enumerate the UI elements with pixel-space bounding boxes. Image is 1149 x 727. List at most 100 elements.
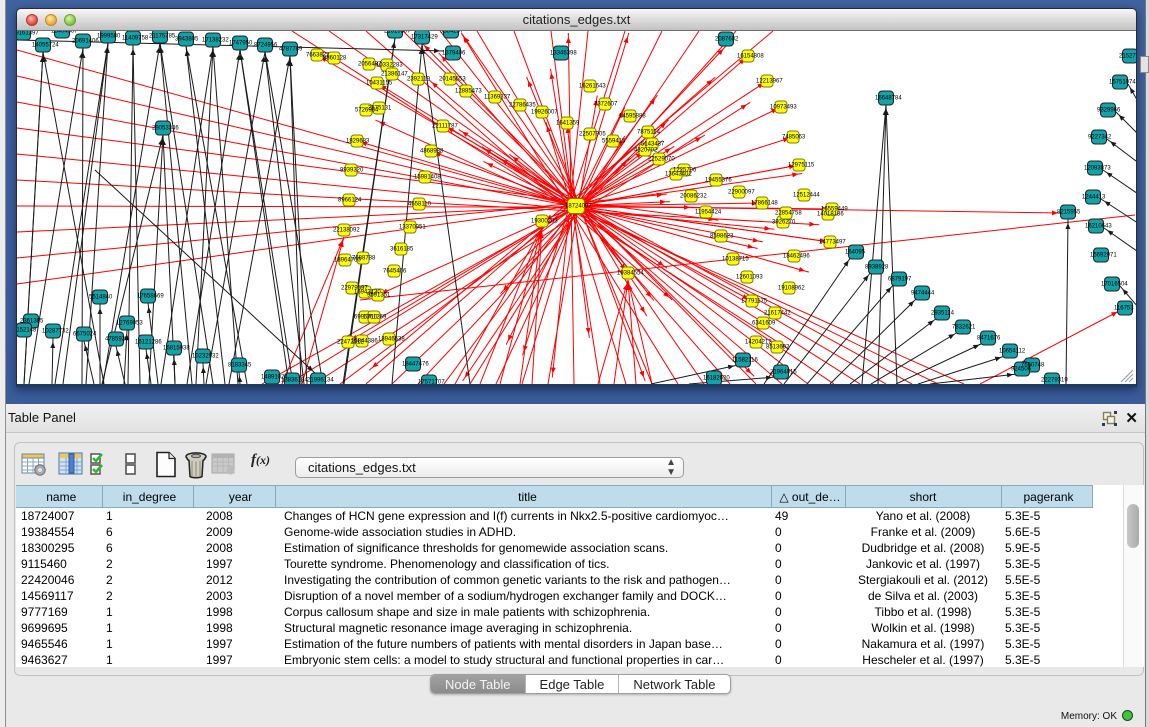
svg-text:8215955: 8215955 bbox=[1057, 210, 1081, 216]
svg-text:16154808: 16154808 bbox=[737, 54, 764, 60]
svg-text:164095: 164095 bbox=[845, 250, 866, 256]
svg-text:9329966: 9329966 bbox=[1097, 108, 1121, 114]
svg-text:10332283: 10332283 bbox=[376, 63, 403, 69]
svg-text:1747950: 1747950 bbox=[229, 41, 253, 47]
svg-text:19161397: 19161397 bbox=[17, 31, 39, 37]
svg-text:22138092: 22138092 bbox=[333, 228, 360, 234]
svg-text:924506: 924506 bbox=[1011, 367, 1032, 373]
svg-text:4320702: 4320702 bbox=[634, 148, 658, 154]
svg-text:22507905: 22507905 bbox=[579, 132, 606, 138]
svg-text:22854758: 22854758 bbox=[775, 211, 802, 217]
svg-text:21619307: 21619307 bbox=[384, 31, 411, 35]
svg-text:15751074: 15751074 bbox=[1109, 80, 1136, 86]
svg-text:16648784: 16648784 bbox=[875, 96, 902, 102]
svg-text:16815938: 16815938 bbox=[163, 346, 190, 352]
svg-text:8513602: 8513602 bbox=[766, 345, 790, 351]
svg-text:8183345: 8183345 bbox=[228, 363, 252, 369]
svg-text:17016504: 17016504 bbox=[1101, 282, 1128, 288]
svg-text:19926007: 19926007 bbox=[531, 110, 558, 116]
svg-text:116753: 116753 bbox=[1114, 306, 1134, 312]
svg-text:16121286: 16121286 bbox=[135, 340, 162, 346]
svg-text:9591351: 9591351 bbox=[367, 293, 391, 299]
svg-text:2575131: 2575131 bbox=[368, 106, 392, 112]
svg-text:2935114: 2935114 bbox=[931, 311, 955, 317]
svg-text:22900097: 22900097 bbox=[728, 190, 755, 196]
svg-text:18404587: 18404587 bbox=[51, 31, 78, 35]
svg-text:6341609: 6341609 bbox=[752, 321, 776, 327]
svg-text:7485063: 7485063 bbox=[782, 135, 806, 141]
svg-text:17571707: 17571707 bbox=[418, 380, 445, 385]
svg-text:13346398: 13346398 bbox=[550, 51, 577, 57]
svg-text:8860128: 8860128 bbox=[323, 56, 347, 62]
svg-text:18724007: 18724007 bbox=[565, 204, 592, 210]
svg-text:9939320: 9939320 bbox=[340, 168, 364, 174]
svg-text:17658669: 17658669 bbox=[137, 294, 164, 300]
svg-text:1999580: 1999580 bbox=[97, 34, 121, 40]
svg-text:21996134: 21996134 bbox=[307, 378, 334, 384]
svg-text:22279319: 22279319 bbox=[1041, 378, 1068, 384]
svg-text:21175785: 21175785 bbox=[149, 34, 176, 40]
svg-text:15692971: 15692971 bbox=[1090, 253, 1117, 259]
svg-text:16844386: 16844386 bbox=[351, 339, 378, 345]
svg-text:5143437: 5143437 bbox=[641, 142, 665, 148]
svg-text:13836184: 13836184 bbox=[281, 378, 308, 384]
svg-text:1244413: 1244413 bbox=[1082, 195, 1106, 201]
svg-text:14055724: 14055724 bbox=[32, 43, 59, 49]
svg-text:14595888: 14595888 bbox=[619, 114, 646, 120]
svg-text:4868988: 4868988 bbox=[420, 149, 444, 155]
svg-text:2392119: 2392119 bbox=[407, 77, 431, 83]
svg-text:21386147: 21386147 bbox=[381, 72, 408, 78]
svg-text:12213967: 12213967 bbox=[756, 79, 783, 85]
svg-text:19384554: 19384554 bbox=[617, 271, 644, 277]
svg-text:21617442: 21617442 bbox=[764, 311, 791, 317]
svg-text:16182620: 16182620 bbox=[703, 376, 730, 382]
svg-text:20086232: 20086232 bbox=[680, 194, 707, 200]
svg-text:13643402: 13643402 bbox=[665, 172, 692, 178]
svg-text:15981408: 15981408 bbox=[414, 175, 441, 181]
svg-text:12975115: 12975115 bbox=[788, 163, 815, 169]
svg-text:22529070: 22529070 bbox=[648, 157, 675, 163]
svg-text:17138232: 17138232 bbox=[202, 38, 229, 44]
svg-text:1641359: 1641359 bbox=[556, 121, 580, 127]
svg-text:18447476: 18447476 bbox=[402, 362, 429, 368]
svg-text:9227342: 9227342 bbox=[1088, 135, 1112, 141]
svg-text:10287732: 10287732 bbox=[42, 329, 69, 335]
svg-text:20691406: 20691406 bbox=[72, 39, 99, 45]
svg-text:8471676: 8471676 bbox=[977, 336, 1001, 342]
svg-text:19455376: 19455376 bbox=[705, 178, 732, 184]
svg-text:3616185: 3616185 bbox=[390, 247, 414, 253]
svg-text:8724956: 8724956 bbox=[254, 43, 278, 49]
svg-text:10654112: 10654112 bbox=[999, 349, 1026, 355]
svg-text:7372607: 7372607 bbox=[594, 102, 618, 108]
svg-text:20145553: 20145553 bbox=[439, 77, 466, 83]
svg-text:12601093: 12601093 bbox=[736, 275, 763, 281]
svg-text:16261643: 16261643 bbox=[579, 84, 606, 90]
svg-text:2087682: 2087682 bbox=[715, 37, 739, 43]
svg-text:8966124: 8966124 bbox=[338, 198, 362, 204]
svg-text:17866148: 17866148 bbox=[751, 201, 778, 207]
svg-text:10431155: 10431155 bbox=[366, 81, 393, 87]
svg-text:7645466: 7645466 bbox=[383, 269, 407, 275]
svg-text:4787789: 4787789 bbox=[279, 47, 303, 53]
svg-text:9584237: 9584237 bbox=[440, 31, 464, 35]
svg-text:3926270: 3926270 bbox=[772, 220, 796, 226]
svg-text:4658110: 4658110 bbox=[408, 202, 432, 208]
svg-text:19300203: 19300203 bbox=[531, 219, 558, 225]
svg-text:22111787: 22111787 bbox=[432, 124, 458, 130]
svg-text:16210643: 16210643 bbox=[1085, 224, 1112, 230]
svg-text:8598623: 8598623 bbox=[710, 234, 734, 240]
svg-text:5514840: 5514840 bbox=[89, 295, 113, 301]
svg-text:11954424: 11954424 bbox=[695, 210, 722, 216]
svg-text:3152148: 3152148 bbox=[17, 328, 37, 334]
svg-text:1379406: 1379406 bbox=[442, 51, 466, 57]
svg-text:3943805: 3943805 bbox=[175, 37, 199, 43]
svg-text:10138715: 10138715 bbox=[722, 257, 749, 263]
svg-text:4785925: 4785925 bbox=[105, 337, 129, 343]
svg-text:18462496: 18462496 bbox=[783, 254, 810, 260]
svg-text:2361385: 2361385 bbox=[20, 319, 44, 325]
svg-text:1361269: 1361269 bbox=[363, 315, 387, 321]
svg-text:10232932: 10232932 bbox=[192, 354, 219, 360]
svg-text:14773497: 14773497 bbox=[819, 240, 846, 246]
svg-text:7688788: 7688788 bbox=[352, 256, 376, 262]
svg-text:22786435: 22786435 bbox=[509, 103, 536, 109]
